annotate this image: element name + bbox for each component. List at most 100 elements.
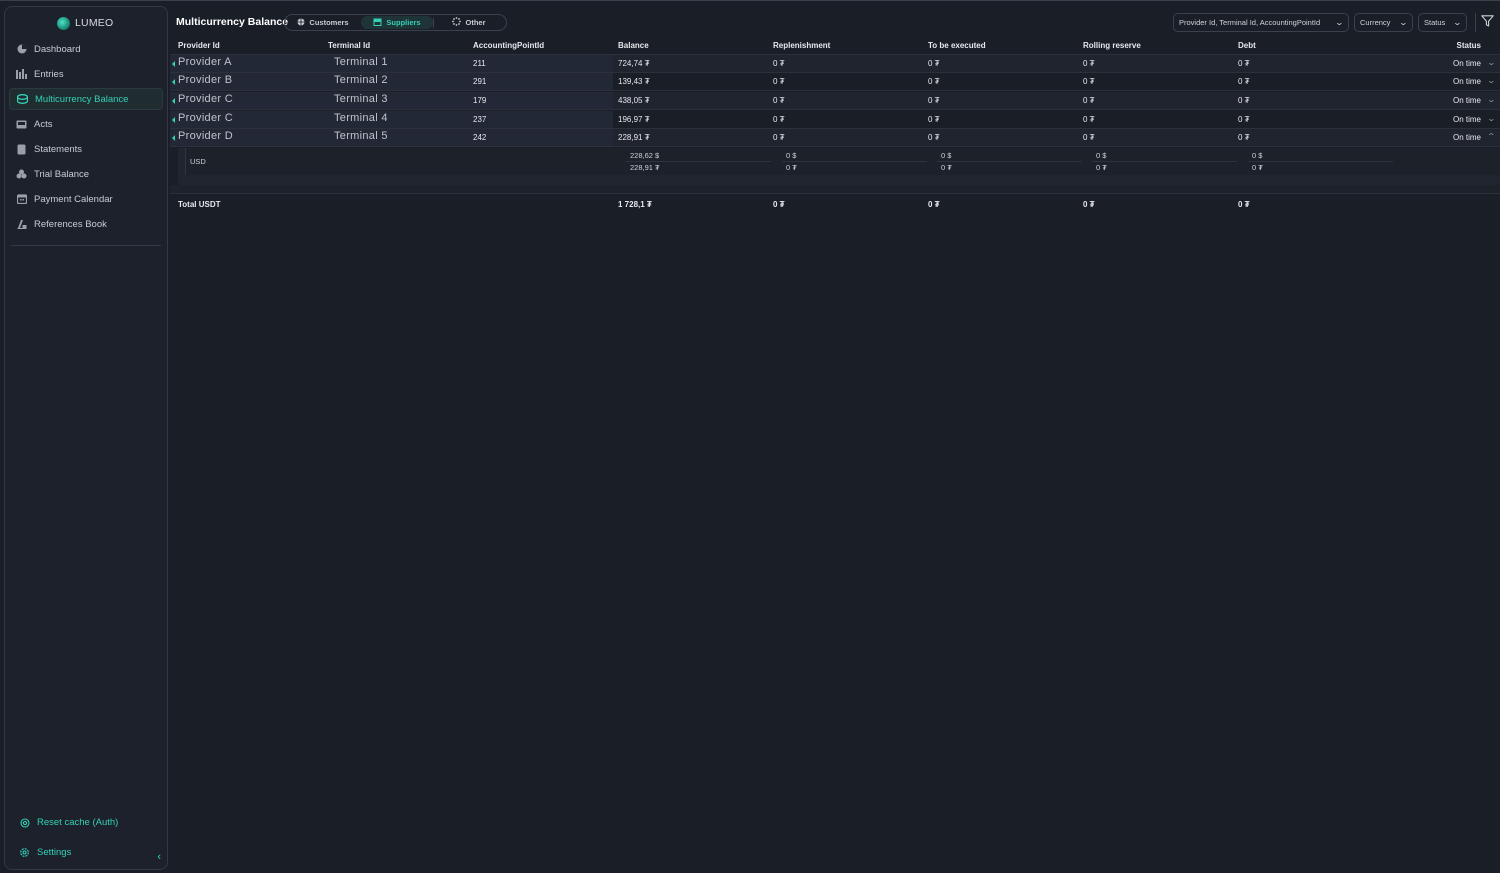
column-header-replenishment[interactable]: Replenishment: [773, 41, 830, 50]
column-header-provider-id[interactable]: Provider Id: [178, 41, 220, 50]
collapse-sidebar-icon[interactable]: ‹: [157, 851, 161, 863]
column-header-accounting-point-id[interactable]: AccountingPointId: [473, 41, 544, 50]
reset-cache-label: Reset cache (Auth): [37, 817, 119, 828]
group-by-select[interactable]: Provider Id, Terminal Id, AccountingPoin…: [1173, 13, 1349, 32]
reset-icon: [19, 817, 30, 828]
accounting-point-cell: 179: [473, 96, 487, 105]
column-header-status[interactable]: Status: [1457, 41, 1481, 50]
chevron-down-icon[interactable]: ⌄: [1487, 95, 1496, 104]
sidebar-item-dashboard[interactable]: Dashboard: [9, 38, 163, 60]
table-row[interactable]: Provider C Terminal 3 179 438,05 ₮ 0 ₮ 0…: [170, 92, 1500, 110]
chevron-down-icon: ⌄: [1452, 18, 1463, 27]
filter-icon: [1480, 14, 1494, 32]
total-debt: 0 ₮: [1238, 200, 1250, 209]
replenishment-cell: 0 ₮: [773, 59, 785, 68]
column-header-rolling-reserve[interactable]: Rolling reserve: [1083, 41, 1141, 50]
chevron-up-icon[interactable]: ⌃: [1487, 132, 1496, 141]
sidebar-item-payment-calendar[interactable]: Payment Calendar: [9, 188, 163, 210]
column-header-balance[interactable]: Balance: [618, 41, 649, 50]
chevron-down-icon: ⌄: [1334, 18, 1345, 27]
chevron-down-icon[interactable]: ⌄: [1487, 76, 1496, 85]
rolling-reserve-cell: 0 ₮: [1083, 59, 1095, 68]
currency-breakdown: USD 228,62 $ 228,91 ₮ 0 $ 0 ₮ 0 $ 0 ₮ 0 …: [185, 148, 1500, 175]
total-row: Total USDT 1 728,1 ₮ 0 ₮ 0 ₮ 0 ₮ 0 ₮: [170, 196, 1500, 212]
row-marker-icon: [172, 135, 175, 141]
terminal-id-cell: Terminal 5: [334, 130, 388, 142]
row-key-cell: [170, 111, 613, 128]
rolling-reserve-sub-usd: 0 $: [1096, 151, 1107, 160]
row-key-cell: [170, 92, 613, 109]
replenishment-cell: 0 ₮: [773, 96, 785, 105]
settings-label: Settings: [37, 847, 72, 858]
sidebar-item-statements[interactable]: Statements: [9, 138, 163, 160]
replenishment-cell: 0 ₮: [773, 115, 785, 124]
table-row[interactable]: Provider B Terminal 2 291 139,43 ₮ 0 ₮ 0…: [170, 73, 1500, 91]
sidebar-item-label: References Book: [34, 218, 107, 230]
app-logo[interactable]: LUMEO: [57, 14, 113, 32]
book-icon: [16, 219, 27, 230]
row-key-cell: [170, 55, 613, 72]
total-label: Total USDT: [178, 200, 221, 209]
balance-cell: 438,05 ₮: [618, 96, 650, 105]
column-header-debt[interactable]: Debt: [1238, 41, 1256, 50]
terminal-id-cell: Terminal 2: [334, 74, 388, 86]
chevron-down-icon[interactable]: ⌄: [1487, 58, 1496, 67]
accounting-point-cell: 237: [473, 115, 487, 124]
document-icon: [16, 144, 27, 155]
calendar-icon: [16, 194, 27, 205]
rolling-reserve-cell: 0 ₮: [1083, 77, 1095, 86]
table-row[interactable]: Provider A Terminal 1 211 724,74 ₮ 0 ₮ 0…: [170, 55, 1500, 73]
currency-select[interactable]: Currency ⌄: [1354, 13, 1413, 32]
tab-other[interactable]: Other: [434, 16, 504, 29]
settings-button[interactable]: Settings: [19, 847, 71, 858]
gear-icon: [19, 847, 30, 858]
sub-divider: [626, 161, 771, 162]
rolling-reserve-sub-usdt: 0 ₮: [1096, 163, 1107, 172]
tab-suppliers[interactable]: Suppliers: [361, 16, 433, 29]
sub-divider: [1248, 161, 1393, 162]
debt-sub-usd: 0 $: [1252, 151, 1263, 160]
sidebar-item-label: Entries: [34, 68, 64, 80]
reset-cache-button[interactable]: Reset cache (Auth): [19, 817, 118, 828]
sidebar-item-label: Payment Calendar: [34, 193, 113, 205]
accounting-point-cell: 291: [473, 77, 487, 86]
chevron-down-icon: ⌄: [1398, 18, 1409, 27]
row-marker-icon: [172, 79, 175, 85]
status-cell: On time: [1452, 115, 1481, 124]
total-replenishment: 0 ₮: [773, 200, 785, 209]
tab-customers[interactable]: Customers: [285, 16, 361, 29]
provider-id-cell: Provider D: [178, 130, 233, 142]
table-row[interactable]: Provider D Terminal 5 242 228,91 ₮ 0 ₮ 0…: [170, 129, 1500, 147]
sidebar-item-entries[interactable]: Entries: [9, 63, 163, 85]
debt-cell: 0 ₮: [1238, 115, 1250, 124]
entity-tabs: Customers Suppliers Other: [284, 14, 507, 31]
replenishment-sub-usdt: 0 ₮: [786, 163, 797, 172]
status-cell: On time: [1452, 77, 1481, 86]
bar-chart-icon: [16, 69, 27, 80]
column-header-to-be-executed[interactable]: To be executed: [928, 41, 986, 50]
sidebar-item-trial-balance[interactable]: Trial Balance: [9, 163, 163, 185]
rolling-reserve-cell: 0 ₮: [1083, 115, 1095, 124]
table-row[interactable]: Provider C Terminal 4 237 196,97 ₮ 0 ₮ 0…: [170, 111, 1500, 129]
status-cell: On time: [1452, 59, 1481, 68]
inbox-icon: [16, 119, 27, 130]
sidebar: LUMEO Dashboard Entries Multicurrency Ba…: [4, 6, 168, 870]
chevron-down-icon[interactable]: ⌄: [1487, 114, 1496, 123]
filter-button[interactable]: [1475, 13, 1498, 32]
provider-id-cell: Provider B: [178, 74, 233, 86]
sidebar-nav: Dashboard Entries Multicurrency Balance …: [5, 38, 167, 238]
sidebar-item-multicurrency-balance[interactable]: Multicurrency Balance: [9, 88, 163, 110]
to-be-executed-sub-usdt: 0 ₮: [941, 163, 952, 172]
table-header: Provider Id Terminal Id AccountingPointI…: [170, 37, 1500, 55]
to-be-executed-cell: 0 ₮: [928, 133, 940, 142]
column-header-terminal-id[interactable]: Terminal Id: [328, 41, 370, 50]
terminal-id-cell: Terminal 1: [334, 56, 388, 68]
row-marker-icon: [172, 117, 175, 123]
sidebar-item-references-book[interactable]: References Book: [9, 213, 163, 235]
status-select[interactable]: Status ⌄: [1418, 13, 1467, 32]
to-be-executed-cell: 0 ₮: [928, 77, 940, 86]
debt-sub-usdt: 0 ₮: [1252, 163, 1263, 172]
balance-cell: 139,43 ₮: [618, 77, 650, 86]
sidebar-item-acts[interactable]: Acts: [9, 113, 163, 135]
coins-icon: [17, 94, 28, 105]
